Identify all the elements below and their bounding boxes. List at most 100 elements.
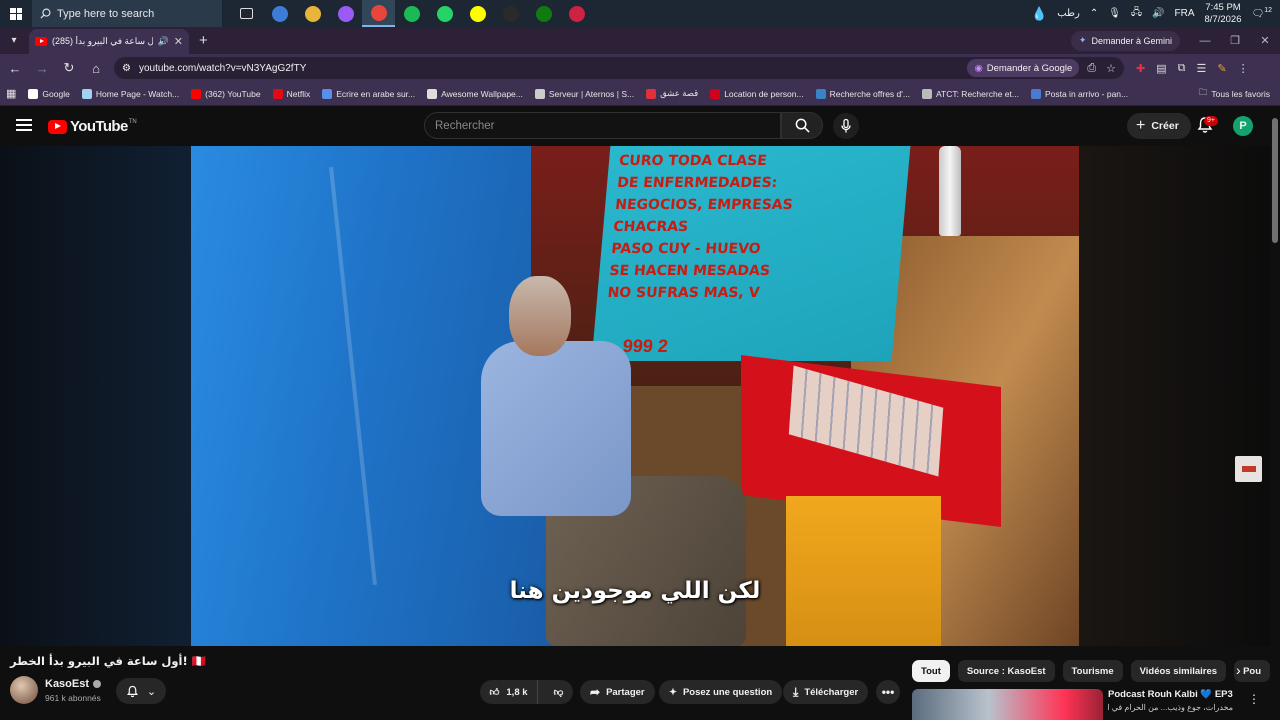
bookmark-item[interactable]: Serveur | Aternos | S... xyxy=(529,88,640,99)
bookmark-item[interactable]: Location de person... xyxy=(704,88,809,99)
ask-google-button[interactable]: ◉ Demander à Google xyxy=(967,59,1080,77)
bookmark-item[interactable]: Awesome Wallpape... xyxy=(421,88,529,99)
video-player-area[interactable]: CURO TODA CLASE DE ENFERMEDADES: NEGOCIOS,… xyxy=(0,146,1270,646)
volume-icon[interactable]: 🔊 xyxy=(1152,8,1164,19)
address-bar[interactable]: ⚙ youtube.com/watch?v=vN3YAgG2fTY ◉ Dema… xyxy=(114,57,1124,79)
taskbar-app-whatsapp[interactable] xyxy=(428,0,461,27)
recommended-video-menu-icon[interactable]: ⋮ xyxy=(1248,692,1260,706)
bookmark-item[interactable]: Posta in arrivo - pan... xyxy=(1025,88,1134,99)
subscription-bell-button[interactable]: ⌄ xyxy=(116,678,166,704)
weather-icon[interactable]: 💧 xyxy=(1031,6,1047,22)
new-tab-icon[interactable]: + xyxy=(199,32,208,49)
extension-red-icon[interactable]: ✚ xyxy=(1136,62,1145,75)
back-arrow-icon[interactable]: ← xyxy=(3,56,27,80)
minimize-icon[interactable]: — xyxy=(1190,27,1220,54)
channel-watermark-icon[interactable] xyxy=(1235,456,1262,482)
download-button[interactable]: ⤓ Télécharger xyxy=(783,680,869,704)
recommended-video-thumbnail[interactable] xyxy=(912,689,1103,720)
site-info-icon[interactable]: ⚙ xyxy=(122,63,131,74)
recommended-video-subtitle[interactable]: مخدرات، جوع وذيب... من الحرام في الغربة xyxy=(1108,703,1233,712)
close-tab-icon[interactable]: ✕ xyxy=(174,35,183,48)
bookmark-item[interactable]: Home Page - Watch... xyxy=(76,88,185,99)
channel-name[interactable]: KasoEst xyxy=(45,678,89,690)
url-text[interactable]: youtube.com/watch?v=vN3YAgG2fTY xyxy=(139,63,959,74)
bell-icon xyxy=(126,685,138,697)
forward-arrow-icon[interactable]: → xyxy=(30,56,54,80)
extension-stack-icon[interactable]: ▤ xyxy=(1156,62,1166,75)
channel-avatar[interactable] xyxy=(10,676,38,704)
hamburger-menu-icon[interactable] xyxy=(16,119,32,131)
network-icon[interactable]: 🖧 xyxy=(1131,5,1142,22)
bookmark-label: Awesome Wallpape... xyxy=(441,88,523,99)
taskbar-app-spotify[interactable] xyxy=(395,0,428,27)
restore-icon[interactable]: ❐ xyxy=(1220,27,1250,54)
like-button[interactable]: 👍︎ 1,8 k xyxy=(480,680,538,704)
ask-question-button[interactable]: ✦ Posez une question xyxy=(659,680,783,704)
youtube-favicon-icon xyxy=(35,37,47,46)
filter-chip[interactable]: Tourisme xyxy=(1062,660,1123,682)
ask-gemini-button[interactable]: ✦ Demander à Gemini xyxy=(1070,30,1180,51)
filter-chip[interactable]: Tout xyxy=(912,660,950,682)
account-avatar[interactable]: P xyxy=(1233,116,1253,136)
bookmark-label: Posta in arrivo - pan... xyxy=(1044,88,1129,99)
taskbar-app-messenger[interactable] xyxy=(329,0,362,27)
taskbar-app-task-view[interactable] xyxy=(230,0,263,27)
taskbar-app-office[interactable] xyxy=(263,0,296,27)
man-shirt xyxy=(481,341,631,516)
taskbar-search[interactable]: Type here to search xyxy=(32,0,222,27)
taskbar-app-chrome[interactable] xyxy=(362,0,395,27)
taskbar-app-xbox[interactable] xyxy=(527,0,560,27)
close-window-icon[interactable]: ✕ xyxy=(1250,27,1280,54)
more-actions-button[interactable]: ••• xyxy=(876,680,900,704)
chatgpt-icon xyxy=(502,5,519,22)
bookmark-item[interactable]: Netflix xyxy=(267,88,317,99)
language-indicator[interactable]: FRA xyxy=(1175,8,1195,19)
taskbar-app-snapchat[interactable] xyxy=(461,0,494,27)
home-icon[interactable]: ⌂ xyxy=(84,56,108,80)
taskbar-clock[interactable]: 7:45 PM 8/7/2026 xyxy=(1205,2,1242,26)
bookmark-star-icon[interactable]: ☆ xyxy=(1106,62,1116,75)
chevron-right-icon[interactable]: › xyxy=(1236,662,1241,678)
weather-text[interactable]: رطب xyxy=(1057,8,1080,19)
tab-search-dropdown-icon[interactable]: ▾ xyxy=(3,30,25,52)
video-frame[interactable]: CURO TODA CLASE DE ENFERMEDADES: NEGOCIOS,… xyxy=(191,146,1079,646)
create-button[interactable]: + Créer xyxy=(1127,113,1191,139)
apps-grid-icon[interactable]: ▦ xyxy=(0,87,22,100)
extensions-puzzle-icon[interactable]: ⧉ xyxy=(1178,62,1186,75)
filter-chip[interactable]: Vidéos similaires xyxy=(1130,660,1227,682)
audio-playing-icon[interactable]: 🔊 xyxy=(158,36,169,47)
tray-chevron-icon[interactable]: ⌃ xyxy=(1090,8,1098,19)
bookmark-item[interactable]: قصة عشق xyxy=(640,88,704,99)
channel-name-row[interactable]: KasoEst xyxy=(45,678,102,690)
taskbar-app-chatgpt[interactable] xyxy=(494,0,527,27)
windows-start-button[interactable] xyxy=(0,0,32,27)
youtube-logo[interactable]: YouTube TN xyxy=(48,118,137,135)
bookmark-item[interactable]: Ecrire en arabe sur... xyxy=(316,88,421,99)
bookmark-favicon-icon xyxy=(191,88,202,99)
install-app-icon[interactable]: ⎙ xyxy=(1087,62,1096,75)
search-button[interactable] xyxy=(781,112,823,139)
microphone-tray-icon[interactable]: 🎙 xyxy=(1108,8,1121,19)
reading-list-icon[interactable]: ☰ xyxy=(1196,62,1206,75)
bookmark-item[interactable]: (362) YouTube xyxy=(185,88,266,99)
dislike-button[interactable]: 👎︎ xyxy=(544,686,573,698)
reload-icon[interactable]: ↻ xyxy=(57,56,81,80)
browser-menu-icon[interactable]: ⋮ xyxy=(1238,62,1249,75)
tab-youtube-video[interactable]: (285) أول ساعة في البيرو بدأ 🔊 ✕ xyxy=(29,29,189,54)
bookmark-favicon-icon xyxy=(646,88,657,99)
filter-chip[interactable]: Source : KasoEst xyxy=(957,660,1055,682)
taskbar-app-file-explorer[interactable] xyxy=(296,0,329,27)
taskbar-app-app-red[interactable] xyxy=(560,0,593,27)
scrollbar-thumb[interactable] xyxy=(1272,118,1278,243)
youtube-search-input[interactable]: Rechercher xyxy=(424,112,781,139)
bookmark-item[interactable]: Recherche offres d'... xyxy=(810,88,916,99)
recommended-video-title[interactable]: Podcast Rouh Kalbi 💙 EP3 | xyxy=(1108,689,1233,700)
profile-extension-icon[interactable]: ✎ xyxy=(1217,62,1226,75)
bookmark-item[interactable]: ATCT: Recherche et... xyxy=(916,88,1025,99)
voice-search-button[interactable] xyxy=(833,113,859,139)
notifications-icon[interactable]: 🗨12 xyxy=(1252,7,1273,19)
bookmark-item[interactable]: Google xyxy=(22,88,75,99)
page-scrollbar[interactable] xyxy=(1270,106,1280,720)
all-bookmarks-button[interactable]: 🗀 Tous les favoris xyxy=(1193,87,1280,101)
share-button[interactable]: ➦ Partager xyxy=(580,680,655,704)
